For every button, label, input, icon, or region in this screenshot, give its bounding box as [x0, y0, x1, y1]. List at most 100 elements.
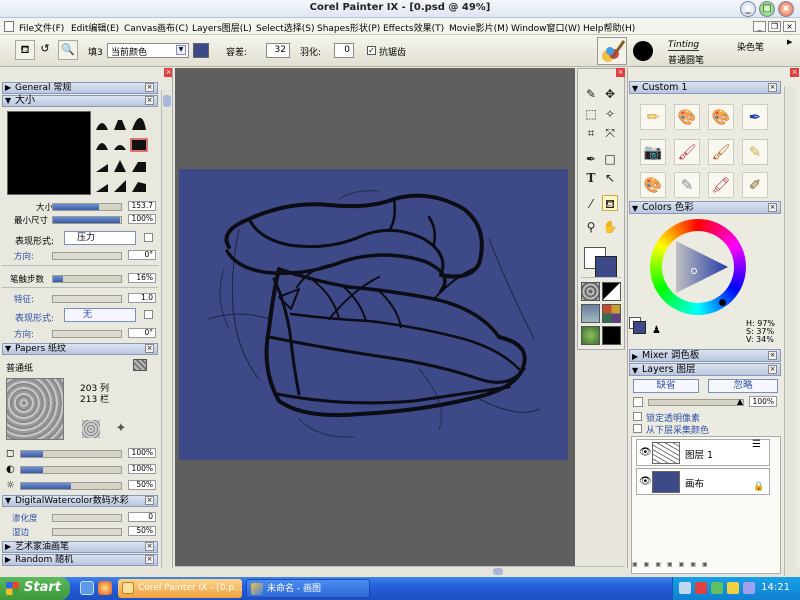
composite-depth-select[interactable]: 忽略 — [708, 379, 778, 393]
doc-minimize-button[interactable]: _ — [753, 21, 766, 32]
paper-invert-icon[interactable] — [82, 420, 100, 438]
slider-track[interactable] — [20, 450, 122, 458]
clock[interactable]: 14:21 — [761, 582, 790, 593]
dropper-icon[interactable]: ⁄ — [583, 196, 599, 212]
paper-directional-icon[interactable]: ✦ — [112, 420, 130, 438]
min-size-value[interactable]: 100% — [128, 214, 156, 224]
hue-indicator[interactable] — [719, 299, 726, 306]
palette-close-icon[interactable]: × — [768, 365, 777, 374]
dropper-layer-adjuster-icon[interactable]: ✥ — [602, 86, 618, 102]
minimize-button[interactable]: _ — [740, 1, 756, 17]
tolerance-input[interactable]: 32 — [266, 43, 290, 58]
paper-contrast-slider[interactable]: ◐ 100% — [2, 464, 158, 475]
maximize-button[interactable]: □ — [759, 1, 775, 17]
slider-track[interactable] — [52, 216, 122, 224]
brush-tip-icon[interactable]: ✐ — [742, 172, 768, 198]
menu-select[interactable]: Select选择(S) — [256, 21, 315, 34]
invert2-checkbox[interactable] — [144, 310, 153, 319]
eye-icon[interactable]: 👁 — [639, 447, 652, 458]
preserve-transparency-checkbox[interactable] — [633, 412, 642, 421]
slider-track[interactable] — [52, 514, 122, 522]
menu-window[interactable]: Window窗口(W) — [511, 21, 580, 34]
menu-effects[interactable]: Effects效果(T) — [383, 21, 444, 34]
expression-select[interactable]: 压力 — [64, 231, 136, 245]
slider-track[interactable] — [52, 330, 122, 338]
magnifier-icon[interactable]: ⚲ — [583, 219, 599, 235]
paper-selector-icon[interactable] — [581, 282, 600, 301]
colors-palette-header[interactable]: ▼ Colors 色彩 × — [629, 201, 781, 214]
menu-shapes[interactable]: Shapes形状(P) — [317, 21, 380, 34]
palette-brush-icon[interactable]: 🎨 — [708, 104, 734, 130]
drawing-canvas[interactable] — [179, 169, 568, 460]
fill-select[interactable]: 当前颜色 ▼ — [107, 43, 189, 58]
canvas-horizontal-scrollbar[interactable] — [175, 566, 625, 575]
magnifier-reset-icon[interactable]: 🔍 — [58, 40, 78, 60]
digital-watercolor-palette-header[interactable]: ▼ DigitalWatercolor数码水彩 × — [2, 495, 158, 507]
color-palette-icon[interactable]: 🎨 — [640, 172, 666, 198]
shape-selection-icon[interactable]: ↖ — [602, 170, 618, 186]
scrollbar-thumb[interactable] — [493, 568, 503, 575]
layer-command-icons[interactable]: ▣▣▣▣▣▣▣ — [632, 561, 782, 568]
panel-close-icon[interactable]: × — [790, 68, 799, 77]
oil-brush-icon[interactable]: 🖌 — [708, 139, 734, 165]
paintbrush-icon[interactable]: 🖌 — [674, 139, 700, 165]
size-slider[interactable]: 大小 153.7 — [2, 201, 158, 213]
slider-track[interactable] — [52, 203, 122, 211]
brush-tool-icon[interactable]: ✎ — [583, 86, 599, 102]
brush-steps-value[interactable]: 16% — [128, 273, 156, 283]
menu-layers[interactable]: Layers图层(L) — [192, 21, 252, 34]
paint-bucket-icon[interactable]: ⛾ — [602, 195, 618, 211]
main-color-swatch[interactable] — [595, 256, 617, 278]
palette-close-icon[interactable]: × — [145, 344, 154, 353]
brush-category-name[interactable]: Tinting — [668, 40, 700, 51]
slider-thumb[interactable]: ▲ — [737, 397, 743, 406]
task-paint[interactable]: 未命名 - 画图 — [246, 579, 370, 598]
brush-selector-icon[interactable] — [597, 37, 627, 65]
document-icon[interactable] — [4, 21, 14, 32]
fill-color-swatch[interactable] — [193, 43, 209, 58]
wet-fringe-value[interactable]: 50% — [128, 526, 156, 536]
random-palette-header[interactable]: ▶ Random 随机 × — [2, 554, 158, 566]
wet-fringe-slider[interactable]: 湿边 50% — [2, 526, 158, 538]
opacity-slider[interactable]: ▲ — [648, 397, 744, 406]
feather-input[interactable]: 0 — [334, 43, 354, 58]
weaving-selector-icon[interactable] — [602, 304, 621, 323]
menu-file[interactable]: File文件(F) — [19, 21, 64, 34]
menu-movie[interactable]: Movie影片(M) — [449, 21, 508, 34]
size-value[interactable]: 153.7 — [128, 201, 156, 211]
rectangle-shape-icon[interactable]: □ — [602, 151, 618, 167]
direction2-value[interactable]: 0° — [128, 328, 156, 338]
palette-close-icon[interactable]: × — [145, 496, 154, 505]
opacity-value[interactable]: 100% — [749, 396, 777, 407]
min-size-slider[interactable]: 最小尺寸 100% — [2, 214, 158, 226]
antialias-checkbox[interactable]: ✓ — [367, 46, 376, 55]
slider-track[interactable] — [52, 275, 122, 283]
document-work-area[interactable] — [175, 68, 575, 568]
palette-close-icon[interactable]: × — [145, 555, 154, 564]
palette-close-icon[interactable]: × — [768, 83, 777, 92]
look-selector-icon[interactable] — [602, 326, 621, 345]
brush-selector-menu-icon[interactable]: ▶ — [787, 38, 792, 46]
rectangular-selection-icon[interactable]: ⬚ — [583, 106, 599, 122]
paper-brightness-slider[interactable]: ☼ 50% — [2, 480, 158, 491]
network-icon[interactable] — [679, 582, 691, 594]
show-desktop-icon[interactable] — [80, 581, 94, 595]
doc-close-button[interactable]: × — [783, 21, 796, 32]
start-button[interactable]: Start — [0, 577, 70, 600]
mixer-palette-header[interactable]: ▶ Mixer 调色板 × — [629, 349, 781, 362]
palette-close-icon[interactable]: × — [145, 542, 154, 551]
layer-row[interactable]: 👁 画布 — [636, 468, 770, 495]
palette-close-icon[interactable]: × — [145, 96, 154, 105]
diffusion-slider[interactable]: 渗化度 0 — [2, 512, 158, 524]
task-painter[interactable]: Corel Painter IX - [0.p... — [118, 579, 242, 598]
paper-scale-value[interactable]: 100% — [128, 448, 156, 458]
slider-track[interactable] — [52, 252, 122, 260]
menu-canvas[interactable]: Canvas画布(C) — [124, 21, 188, 34]
menu-help[interactable]: Help帮助(H) — [583, 21, 635, 34]
diffusion-value[interactable]: 0 — [128, 512, 156, 522]
primary-color-swatch[interactable] — [633, 321, 646, 334]
input-method-icon[interactable] — [743, 582, 755, 594]
chalk-icon[interactable]: ✎ — [742, 139, 768, 165]
hue-ring[interactable] — [650, 219, 746, 315]
direction-value[interactable]: 0° — [128, 250, 156, 260]
